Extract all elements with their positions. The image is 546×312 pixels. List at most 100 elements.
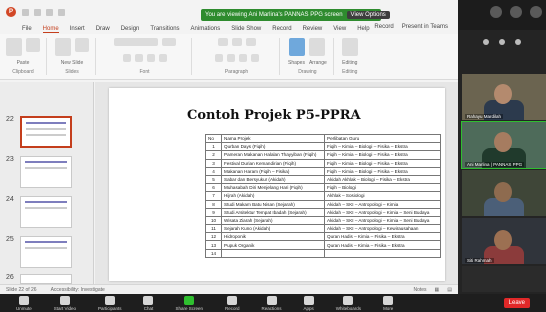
close-icon[interactable] <box>530 6 542 18</box>
italic-icon[interactable] <box>134 53 143 62</box>
participant-tile[interactable]: Ani Marlina | PANNAS PPG <box>461 121 546 169</box>
participants-button[interactable]: Participants <box>98 295 121 311</box>
autosave-icon[interactable] <box>22 8 29 16</box>
thumbnail-23[interactable]: 23 <box>6 156 72 188</box>
teacher-involvement: Quran Hadis – Kimia – Fisika – Ekstra <box>324 240 441 250</box>
reactions-button[interactable]: Reactions <box>262 295 282 311</box>
row-number: 6 <box>205 183 222 193</box>
share-screen-icon <box>184 295 195 305</box>
teacher-involvement <box>324 248 441 258</box>
notes-button[interactable]: Notes <box>413 287 426 293</box>
slide-sorter-icon[interactable]: ▤ <box>447 287 452 293</box>
gallery-next-icon[interactable] <box>515 39 521 45</box>
thumbnail-25[interactable]: 25 <box>6 236 72 268</box>
shapes-icon[interactable] <box>289 38 306 56</box>
tab-home[interactable]: Home <box>42 26 59 33</box>
align-left-icon[interactable] <box>214 53 223 62</box>
undo-icon[interactable] <box>46 8 53 16</box>
thumbnail-content <box>25 167 67 169</box>
quick-access-toolbar <box>22 8 65 16</box>
font-color-icon[interactable] <box>158 53 167 62</box>
participant-tile[interactable]: Rahayu Mardilah <box>462 74 546 120</box>
tab-review[interactable]: Review <box>303 26 323 32</box>
align-right-icon[interactable] <box>238 53 247 62</box>
tab-design[interactable]: Design <box>121 26 140 32</box>
slide-title[interactable]: Contoh Projek P5-PPRA <box>187 108 361 123</box>
slides-group: New Slide Slides <box>55 38 96 75</box>
share-banner-text: You are viewing Ani Marlina's PANNAS PPG… <box>205 12 343 18</box>
gallery-layout-icon[interactable] <box>499 39 505 45</box>
participant-tile[interactable] <box>462 266 546 292</box>
chat-icon <box>143 295 154 305</box>
participant-name: Rahayu Mardilah <box>465 114 504 119</box>
bold-icon[interactable] <box>122 53 131 62</box>
font-name-box[interactable] <box>113 38 158 46</box>
record-label: Record <box>225 305 240 311</box>
chat-button[interactable]: Chat <box>143 295 154 311</box>
more-button[interactable]: More <box>383 295 393 311</box>
projects-table[interactable]: No Nama Projek Perlibatan Guru 1 Qurban D… <box>205 133 441 258</box>
participants-panel: Rahayu Mardilah Ani Marlina | PANNAS PPG… <box>458 30 546 294</box>
slide-thumbnail[interactable] <box>20 236 72 268</box>
teacher-involvement: Quran Hadis – Kimia – Fisika – Ekstra <box>324 232 441 242</box>
tab-animations[interactable]: Animations <box>191 26 221 32</box>
tab-draw[interactable]: Draw <box>96 26 110 32</box>
thumbnail-content <box>25 241 67 243</box>
tab-insert[interactable]: Insert <box>70 26 85 32</box>
leave-button[interactable]: Leave <box>503 298 530 308</box>
slide-thumbnail[interactable] <box>20 274 72 284</box>
bullets-icon[interactable] <box>217 38 228 46</box>
tab-record[interactable]: Record <box>272 26 291 32</box>
thumbnail-content <box>25 207 67 209</box>
whiteboards-button[interactable]: Whiteboards <box>336 295 361 311</box>
project-name: Studi Makam Batu Nisan (Sejarah) <box>221 199 325 209</box>
share-screen-button[interactable]: Share Screen <box>175 295 203 311</box>
normal-view-icon[interactable]: ▦ <box>435 287 440 293</box>
indent-icon[interactable] <box>245 38 256 46</box>
align-center-icon[interactable] <box>226 53 235 62</box>
slide-thumbnail[interactable] <box>20 116 72 148</box>
minimize-icon[interactable] <box>490 6 502 18</box>
participant-tile[interactable] <box>462 170 546 216</box>
unmute-button[interactable]: Unmute <box>16 295 32 311</box>
row-number: 2 <box>205 150 222 160</box>
underline-icon[interactable] <box>146 53 155 62</box>
maximize-icon[interactable] <box>510 6 522 18</box>
save-icon[interactable] <box>34 8 41 16</box>
find-icon[interactable] <box>341 38 358 56</box>
teacher-involvement: Fiqih – Biologi <box>324 183 441 193</box>
tab-view[interactable]: View <box>333 26 346 32</box>
start-video-button[interactable]: Start Video <box>54 295 76 311</box>
cut-icon[interactable] <box>26 38 40 52</box>
thumbnail-24[interactable]: 24 <box>6 196 72 228</box>
present-in-teams-button[interactable]: Present in Teams <box>402 24 448 30</box>
slide-thumbnail[interactable] <box>20 156 72 188</box>
table-row: 1 Qurban Days (Fiqih) Fiqih – Kimia – Biol… <box>205 142 441 152</box>
redo-icon[interactable] <box>58 8 65 16</box>
view-options-button[interactable]: View Options <box>346 11 390 19</box>
record-meeting-button[interactable]: Record <box>225 295 240 311</box>
arrange-icon[interactable] <box>309 38 326 56</box>
participant-video <box>494 230 512 250</box>
tab-file[interactable]: File <box>22 26 32 32</box>
participant-tile[interactable]: Siti Rahmah <box>462 218 546 264</box>
thumbnail-22[interactable]: 22 <box>6 116 72 148</box>
paste-icon[interactable] <box>6 38 22 56</box>
thumbnail-26[interactable]: 26 <box>6 274 72 284</box>
gallery-prev-icon[interactable] <box>483 39 489 45</box>
paragraph-group: Paragraph <box>200 38 280 75</box>
numbering-icon[interactable] <box>231 38 242 46</box>
apps-button[interactable]: Apps <box>304 295 314 311</box>
tab-slide-show[interactable]: Slide Show <box>231 26 261 32</box>
font-size-box[interactable] <box>161 38 176 46</box>
new-slide-icon[interactable] <box>55 38 71 56</box>
record-button[interactable]: Record <box>374 24 393 30</box>
justify-icon[interactable] <box>250 53 259 62</box>
table-row: 11 Sejarah Kuno (Akidah) Akidah – SKI – An… <box>205 224 441 234</box>
current-slide[interactable]: Contoh Projek P5-PPRA No Nama Projek Per… <box>109 88 445 281</box>
tab-help[interactable]: Help <box>357 26 369 32</box>
tab-transitions[interactable]: Transitions <box>150 26 179 32</box>
accessibility-status[interactable]: Accessibility: Investigate <box>51 287 105 293</box>
layout-icon[interactable] <box>75 38 89 52</box>
slide-thumbnail[interactable] <box>20 196 72 228</box>
